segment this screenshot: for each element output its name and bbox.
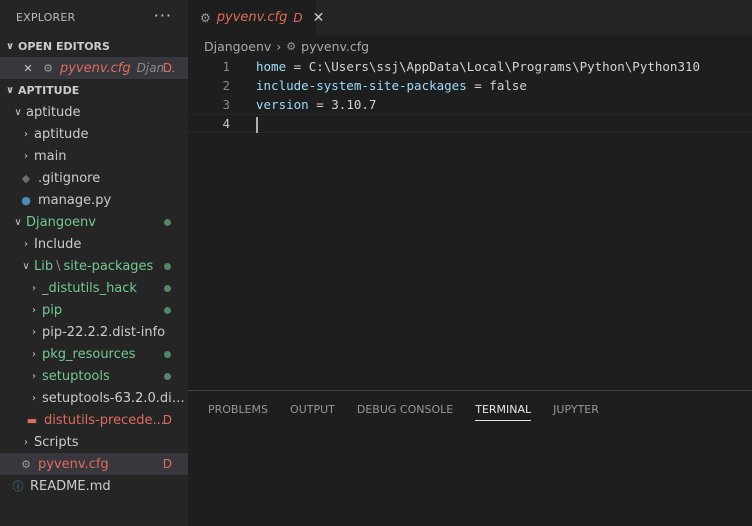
tree-file-readme[interactable]: ⓘ README.md: [0, 475, 188, 497]
chevron-right-icon: ›: [24, 150, 28, 162]
config-value: 3.10.7: [331, 97, 377, 112]
breadcrumb: Djangoenv › ⚙ pyvenv.cfg: [188, 35, 752, 57]
bottom-panel: PROBLEMS OUTPUT DEBUG CONSOLE TERMINAL J…: [188, 390, 752, 526]
tab-label: pyvenv.cfg: [216, 10, 288, 25]
tree-folder-aptitude[interactable]: ∨ aptitude: [0, 101, 188, 123]
untracked-dot: [164, 218, 171, 226]
chevron-right-icon: ›: [32, 282, 36, 294]
chevron-down-icon: ∨: [5, 40, 15, 52]
open-editors-header[interactable]: ∨ OPEN EDITORS: [0, 35, 188, 57]
more-actions-icon[interactable]: ···: [154, 8, 172, 24]
tree-file-gitignore[interactable]: ◆ .gitignore: [0, 167, 188, 189]
chevron-down-icon: ∨: [5, 84, 15, 96]
git-diamond-icon: ◆: [21, 171, 31, 185]
chevron-right-icon: ›: [32, 326, 36, 338]
untracked-dot: [164, 262, 171, 270]
chevron-right-icon: ›: [24, 238, 28, 250]
tree-folder-distutils-hack[interactable]: › _distutils_hack: [0, 277, 188, 299]
chevron-down-icon: ∨: [22, 260, 30, 272]
untracked-dot: [164, 350, 171, 358]
deleted-badge: D: [162, 457, 172, 471]
open-editor-file-name: pyvenv.cfg: [60, 60, 131, 76]
chevron-right-icon: ›: [24, 128, 28, 140]
chevron-down-icon: ∨: [14, 216, 22, 228]
line-number: 3: [222, 97, 230, 112]
tree-folder-setuptools[interactable]: › setuptools: [0, 365, 188, 387]
gear-icon: ⚙: [43, 61, 53, 75]
chevron-right-icon: ›: [24, 436, 28, 448]
tab-jupyter[interactable]: JUPYTER: [545, 391, 607, 427]
tab-problems[interactable]: PROBLEMS: [200, 391, 276, 427]
line-number: 1: [222, 59, 230, 74]
path-separator: \: [56, 258, 61, 274]
deleted-badge: D: [162, 61, 172, 75]
open-editor-item[interactable]: ✕ ⚙ pyvenv.cfg Djan... D: [0, 57, 188, 79]
close-icon[interactable]: ✕: [313, 10, 325, 26]
explorer-sidebar: EXPLORER ··· ∨ OPEN EDITORS ✕ ⚙ pyvenv.c…: [0, 0, 188, 526]
tree-file-manage-py[interactable]: ● manage.py: [0, 189, 188, 211]
breadcrumb-folder[interactable]: Djangoenv: [204, 39, 271, 54]
deleted-badge: D: [293, 10, 303, 25]
code-line[interactable]: 1 home = C:\Users\ssj\AppData\Local\Prog…: [188, 57, 752, 76]
chevron-right-icon: ›: [32, 348, 36, 360]
chevron-right-icon: ›: [32, 370, 36, 382]
close-icon[interactable]: ✕: [20, 62, 36, 75]
breadcrumb-file[interactable]: pyvenv.cfg: [301, 39, 369, 54]
info-icon: ⓘ: [12, 480, 24, 493]
tab-pyvenv-cfg[interactable]: ⚙ pyvenv.cfg D ✕: [188, 0, 324, 35]
panel-tabs: PROBLEMS OUTPUT DEBUG CONSOLE TERMINAL J…: [188, 391, 752, 427]
tree-folder-pkg-resources[interactable]: › pkg_resources: [0, 343, 188, 365]
code-line[interactable]: 3 version = 3.10.7: [188, 95, 752, 114]
deleted-badge: D: [162, 413, 172, 427]
config-key: version: [256, 97, 309, 112]
tree-folder-scripts[interactable]: › Scripts: [0, 431, 188, 453]
workspace-header[interactable]: ∨ APTITUDE: [0, 79, 188, 101]
tree-folder-aptitude-sub[interactable]: › aptitude: [0, 123, 188, 145]
tree-folder-main[interactable]: › main: [0, 145, 188, 167]
tree-folder-pip-dist-info[interactable]: › pip-22.2.2.dist-info: [0, 321, 188, 343]
untracked-dot: [164, 284, 171, 292]
line-number: 2: [222, 78, 230, 93]
tree-folder-lib-site-packages[interactable]: ∨ Lib \ site-packages: [0, 255, 188, 277]
chevron-right-icon: ›: [276, 38, 282, 54]
chevron-right-icon: ›: [32, 304, 36, 316]
code-line[interactable]: 2 include-system-site-packages = false: [188, 76, 752, 95]
editor-area: ⚙ pyvenv.cfg D ✕ Djangoenv › ⚙ pyvenv.cf…: [188, 0, 752, 390]
python-icon: ●: [21, 193, 31, 207]
config-value: C:\Users\ssj\AppData\Local\Programs\Pyth…: [308, 59, 701, 74]
chevron-right-icon: ›: [32, 392, 36, 404]
tab-debug-console[interactable]: DEBUG CONSOLE: [349, 391, 461, 427]
gear-icon: ⚙: [200, 10, 211, 25]
code-editor[interactable]: 1 home = C:\Users\ssj\AppData\Local\Prog…: [188, 57, 752, 133]
tree-folder-setuptools-dist-info[interactable]: › setuptools-63.2.0.dist-i...: [0, 387, 188, 409]
tree-folder-include[interactable]: › Include: [0, 233, 188, 255]
config-key: home: [256, 59, 287, 74]
file-icon: ▬: [26, 413, 38, 427]
untracked-dot: [164, 372, 171, 380]
config-key: include-system-site-packages: [256, 78, 467, 93]
gear-icon: ⚙: [286, 39, 297, 53]
config-value: false: [489, 78, 527, 93]
gear-icon: ⚙: [21, 457, 31, 471]
tree-file-distutils-precedence[interactable]: ▬ distutils-precede... D: [0, 409, 188, 431]
code-line-current[interactable]: 4: [188, 114, 752, 133]
tab-bar: ⚙ pyvenv.cfg D ✕: [188, 0, 752, 35]
tree-file-pyvenv-cfg[interactable]: ⚙ pyvenv.cfg D: [0, 453, 188, 475]
untracked-dot: [164, 306, 171, 314]
line-number: 4: [222, 116, 230, 131]
chevron-down-icon: ∨: [14, 106, 22, 118]
tree-folder-pip[interactable]: › pip: [0, 299, 188, 321]
tree-folder-djangoenv[interactable]: ∨ Djangoenv: [0, 211, 188, 233]
tab-output[interactable]: OUTPUT: [282, 391, 343, 427]
text-cursor: [256, 117, 258, 133]
tab-terminal[interactable]: TERMINAL: [467, 391, 539, 427]
